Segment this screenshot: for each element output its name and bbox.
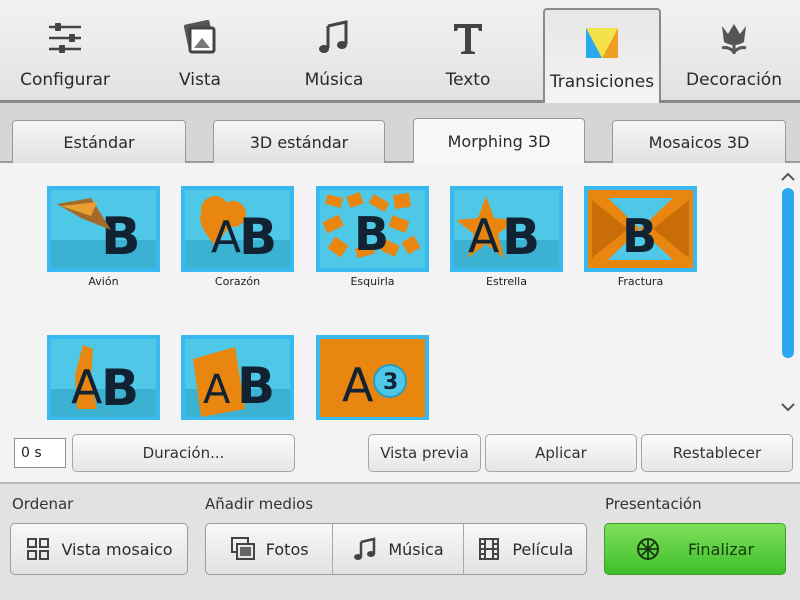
finalize-button[interactable]: Finalizar xyxy=(604,523,786,575)
tab-musica[interactable]: Música xyxy=(268,0,400,100)
tab-label: Música xyxy=(304,70,364,90)
add-media-group: Fotos Música Película xyxy=(205,523,587,575)
transition-thumb-corazon[interactable]: A B xyxy=(181,186,294,272)
tab-vista[interactable]: Vista xyxy=(135,0,265,100)
svg-text:B: B xyxy=(101,359,139,417)
svg-text:B: B xyxy=(237,357,275,415)
photo-stack-icon xyxy=(183,19,216,54)
transition-thumb-estrella[interactable]: A B xyxy=(450,186,563,272)
film-strip-icon xyxy=(479,538,500,560)
reset-button[interactable]: Restablecer xyxy=(641,434,793,472)
add-music-button[interactable]: Música xyxy=(333,524,464,574)
transition-preview: A B xyxy=(454,190,559,268)
transition-thumb[interactable]: A 3 xyxy=(316,335,429,420)
svg-text:A: A xyxy=(211,212,241,263)
preview-button[interactable]: Vista previa xyxy=(368,434,481,472)
sort-group: Vista mosaico xyxy=(10,523,188,575)
transition-label: Estrella xyxy=(486,275,527,288)
add-movie-button[interactable]: Película xyxy=(464,524,586,574)
svg-text:A: A xyxy=(342,358,374,412)
chevron-up-icon xyxy=(781,172,795,181)
transition-label: Corazón xyxy=(214,275,261,288)
svg-text:B: B xyxy=(354,207,389,261)
film-reel-icon xyxy=(636,538,659,560)
transition-thumb-fractura[interactable]: B xyxy=(584,186,697,272)
music-note-icon xyxy=(354,537,376,560)
main-toolbar: Configurar Vista Música Texto Transicion… xyxy=(0,0,800,103)
subtab-3d-estandar[interactable]: 3D estándar xyxy=(213,120,385,163)
scroll-up-arrow[interactable] xyxy=(778,168,798,186)
transition-label: Fractura xyxy=(617,275,664,288)
finalize-label: Finalizar xyxy=(687,539,755,559)
svg-text:B: B xyxy=(101,207,141,267)
transition-thumb[interactable]: A B xyxy=(47,335,160,420)
transition-label: Esquirla xyxy=(350,275,395,288)
text-t-icon xyxy=(454,24,482,54)
transition-preview: B xyxy=(320,190,425,268)
tab-transiciones[interactable]: Transiciones xyxy=(543,8,661,103)
svg-text:3: 3 xyxy=(383,370,398,395)
tab-label: Decoración xyxy=(686,70,782,90)
mosaic-view-button[interactable]: Vista mosaico xyxy=(11,524,187,574)
svg-text:A: A xyxy=(468,209,500,263)
scrollbar-thumb[interactable] xyxy=(782,188,794,358)
photos-label: Fotos xyxy=(265,539,309,559)
scroll-down-arrow[interactable] xyxy=(778,398,798,416)
tab-label: Configurar xyxy=(20,70,110,90)
mosaic-view-label: Vista mosaico xyxy=(61,539,173,559)
subtab-morphing-3d[interactable]: Morphing 3D xyxy=(413,118,585,165)
transition-preview: A 3 xyxy=(320,339,425,417)
duration-input[interactable] xyxy=(14,438,66,468)
tab-label: Vista xyxy=(179,70,221,90)
tab-texto[interactable]: Texto xyxy=(402,0,534,100)
tab-configurar[interactable]: Configurar xyxy=(0,0,130,100)
add-photos-button[interactable]: Fotos xyxy=(206,524,334,574)
transition-preview: A B xyxy=(185,190,290,268)
svg-text:B: B xyxy=(239,208,277,266)
transition-label: Avión xyxy=(88,275,119,288)
transition-category-tabs: Estándar 3D estándar Morphing 3D Mosaico… xyxy=(0,103,800,165)
transition-preview: B xyxy=(51,190,156,268)
tab-label: Transiciones xyxy=(549,72,655,92)
tab-decoracion[interactable]: Decoración xyxy=(668,0,800,100)
svg-text:B: B xyxy=(502,208,540,266)
movie-label: Película xyxy=(512,539,574,559)
music-label: Música xyxy=(388,539,444,559)
chevron-down-icon xyxy=(781,403,795,412)
transition-thumb-esquirla[interactable]: B xyxy=(316,186,429,272)
add-media-section-label: Añadir medios xyxy=(205,495,314,513)
sort-section-label: Ordenar xyxy=(12,495,74,513)
svg-text:A: A xyxy=(203,367,231,413)
presentation-section-label: Presentación xyxy=(605,495,702,513)
transition-preview: A B xyxy=(51,339,156,417)
music-note-icon xyxy=(319,20,348,53)
transition-controls: Duración... Vista previa Aplicar Restabl… xyxy=(0,420,800,484)
transition-thumb-avion[interactable]: B xyxy=(47,186,160,272)
svg-text:A: A xyxy=(71,360,103,414)
tulip-icon xyxy=(721,24,747,55)
subtab-estandar[interactable]: Estándar xyxy=(12,120,186,163)
transition-preview: A B xyxy=(185,339,290,417)
photos-icon xyxy=(230,537,255,560)
grid-icon xyxy=(27,538,50,560)
tab-label: Texto xyxy=(445,70,491,90)
subtab-mosaicos-3d[interactable]: Mosaicos 3D xyxy=(612,120,786,163)
svg-text:B: B xyxy=(622,209,657,263)
duration-button[interactable]: Duración... xyxy=(72,434,295,472)
apply-button[interactable]: Aplicar xyxy=(485,434,637,472)
transition-thumb[interactable]: A B xyxy=(181,335,294,420)
transition-preview: B xyxy=(588,190,693,268)
transitions-icon xyxy=(586,28,618,58)
transitions-grid: B Avión A B Corazón B Esquirla A B Estre… xyxy=(0,163,800,420)
sliders-icon xyxy=(49,23,81,53)
